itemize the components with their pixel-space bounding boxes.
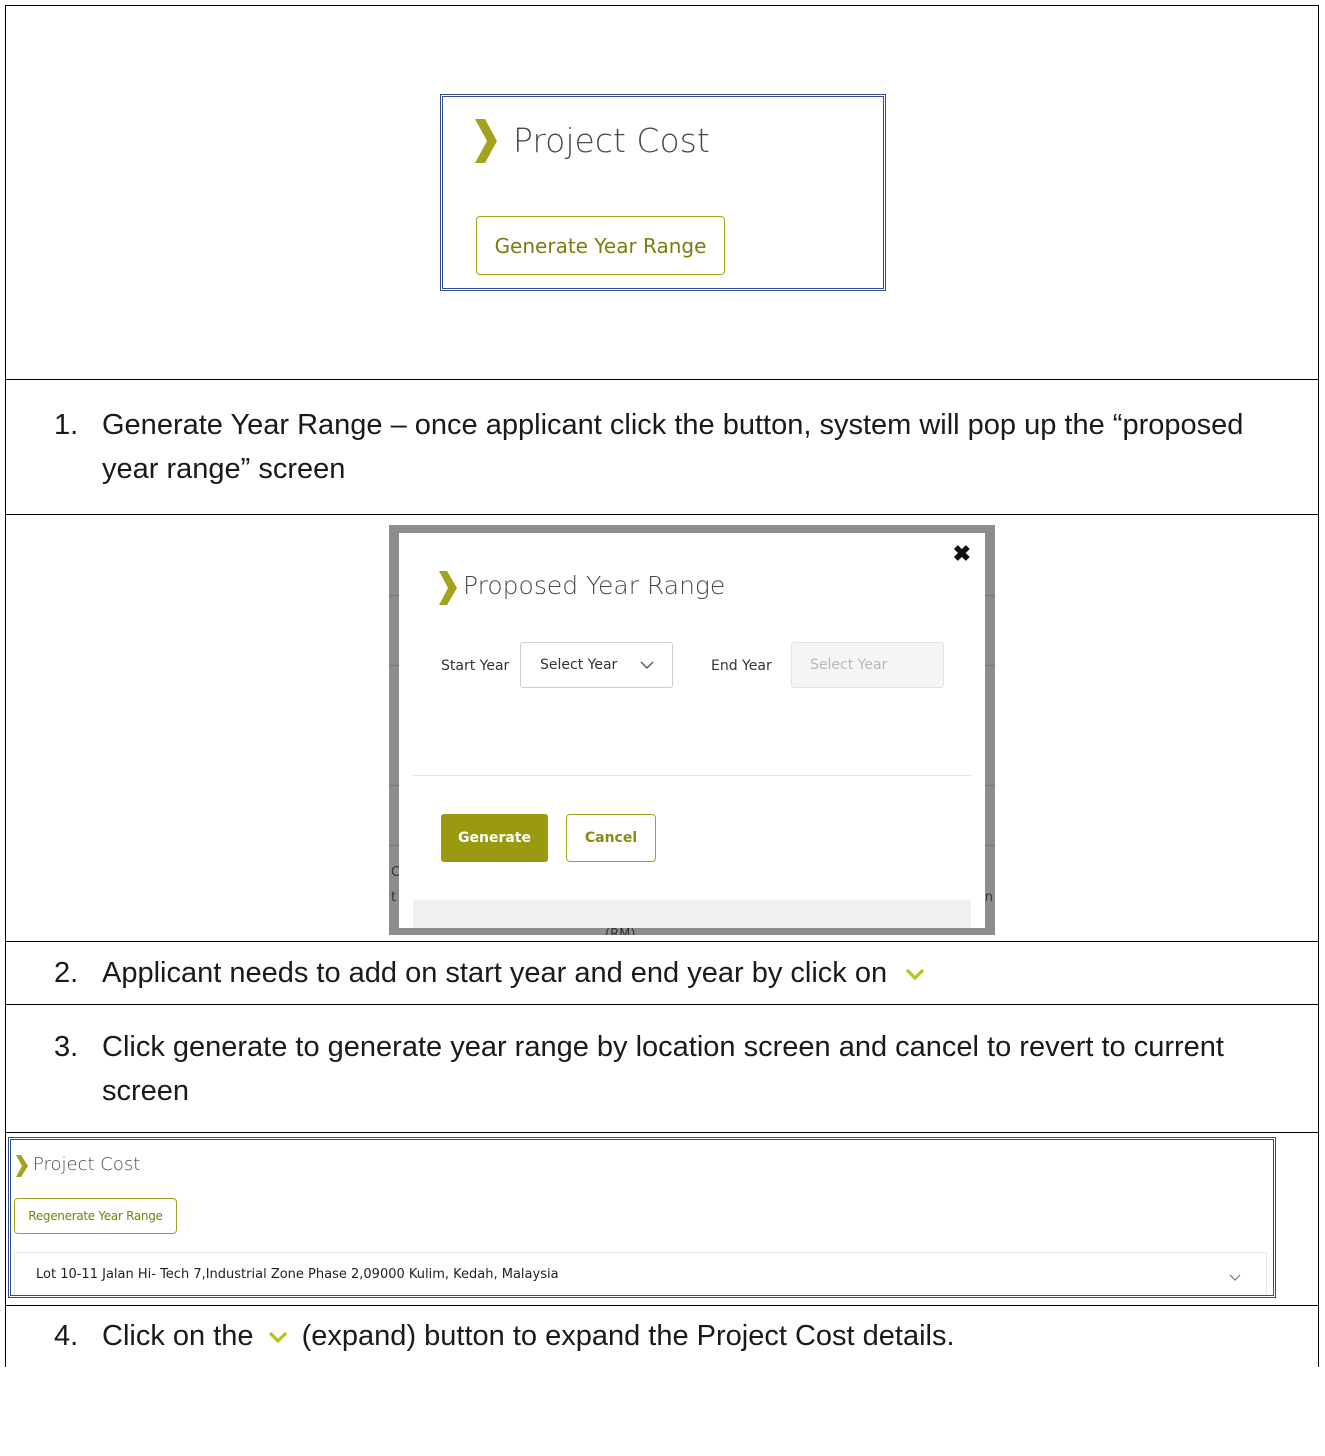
step-number: 1. [54, 409, 79, 441]
bg-text-rm: (RM) [605, 927, 636, 935]
section-title: Project Cost [513, 121, 710, 160]
end-year-label: End Year [711, 658, 772, 674]
bg-divider [389, 845, 399, 846]
chevron-down-icon [906, 968, 925, 981]
step-text-content: Applicant needs to add on start year and… [102, 957, 888, 989]
chevron-right-icon [475, 119, 497, 163]
start-year-select[interactable]: Select Year [520, 642, 673, 688]
cancel-button[interactable]: Cancel [566, 814, 656, 862]
generate-year-range-button[interactable]: Generate Year Range [476, 216, 725, 275]
start-year-value: Select Year [540, 657, 618, 673]
close-icon[interactable]: ✖ [953, 541, 971, 567]
end-year-select[interactable]: Select Year [791, 642, 944, 688]
row-screenshot-regenerate: Project Cost Regenerate Year Range Lot 1… [6, 1133, 1318, 1306]
step-number: 4. [54, 1320, 79, 1352]
step-text: Generate Year Range – once applicant cli… [102, 409, 1244, 485]
step-4: 4. Click on the (expand) button to expan… [6, 1306, 1318, 1367]
location-accordion[interactable]: Lot 10-11 Jalan Hi- Tech 7,Industrial Zo… [14, 1252, 1267, 1295]
bg-divider [389, 595, 399, 596]
screenshot-project-cost-regenerate: Project Cost Regenerate Year Range Lot 1… [8, 1137, 1276, 1298]
bg-divider [985, 845, 995, 846]
chevron-down-icon [640, 661, 654, 669]
step-text: Applicant needs to add on start year and… [102, 951, 1258, 995]
bg-text-fragment: n [984, 890, 993, 905]
step-number: 2. [54, 957, 79, 989]
location-address: Lot 10-11 Jalan Hi- Tech 7,Industrial Zo… [36, 1267, 559, 1282]
proposed-year-range-modal: ✖ Proposed Year Range Start Year Select … [399, 533, 985, 928]
chevron-down-icon[interactable] [1229, 1274, 1241, 1281]
bg-divider [985, 665, 995, 666]
step-text-before: Click on the [102, 1320, 254, 1352]
chevron-right-icon [16, 1155, 28, 1177]
chevron-right-icon [439, 571, 457, 605]
bg-divider [389, 665, 399, 666]
bg-divider [985, 595, 995, 596]
regenerate-year-range-button[interactable]: Regenerate Year Range [14, 1198, 177, 1234]
bg-divider [985, 785, 995, 786]
step-1: 1. Generate Year Range – once applicant … [6, 380, 1318, 515]
row-screenshot-modal: C t n ✖ Proposed Year Range Start Year S… [6, 515, 1318, 942]
screenshot-project-cost: Project Cost Generate Year Range [440, 94, 886, 291]
bg-text-fragment: t [391, 890, 397, 905]
chevron-down-icon [268, 1331, 287, 1344]
step-3: 3. Click generate to generate year range… [6, 1005, 1318, 1133]
screenshot-proposed-year-range: C t n ✖ Proposed Year Range Start Year S… [389, 525, 995, 935]
step-2: 2. Applicant needs to add on start year … [6, 942, 1318, 1005]
modal-title: Proposed Year Range [463, 571, 726, 600]
start-year-label: Start Year [441, 658, 510, 674]
generate-button[interactable]: Generate [441, 814, 548, 862]
bg-divider [389, 785, 399, 786]
step-text-after: (expand) button to expand the Project Co… [301, 1320, 955, 1352]
step-text: Click generate to generate year range by… [102, 1031, 1224, 1107]
step-text: Click on the (expand) button to expand t… [102, 1314, 1258, 1358]
row-screenshot-project-cost: Project Cost Generate Year Range [6, 6, 1318, 380]
modal-divider [413, 775, 971, 776]
end-year-value: Select Year [810, 657, 888, 673]
instruction-table: Project Cost Generate Year Range 1. Gene… [5, 5, 1319, 1367]
section-title: Project Cost [33, 1154, 141, 1175]
step-number: 3. [54, 1031, 79, 1063]
modal-footer-strip [413, 900, 971, 928]
